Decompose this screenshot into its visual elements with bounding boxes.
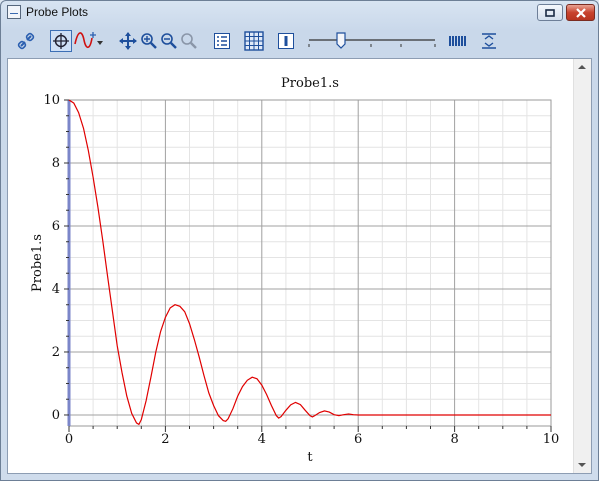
close-button[interactable] — [566, 4, 595, 21]
y-tick-label: 2 — [52, 345, 60, 360]
x-tick-label: 2 — [161, 432, 169, 447]
restore-button[interactable] — [537, 4, 563, 21]
zoom-fit-button[interactable] — [179, 30, 199, 52]
zoom-out-button[interactable] — [159, 30, 179, 52]
toolbar — [7, 28, 592, 55]
scroll-down-icon[interactable] — [578, 463, 586, 467]
fit-vertical-button[interactable] — [479, 30, 499, 52]
pan-icon — [119, 32, 137, 50]
bars-icon — [449, 36, 466, 46]
vertical-scrollbar[interactable] — [573, 59, 591, 473]
title-bar[interactable]: Probe Plots — [1, 1, 598, 25]
fit-vertical-icon — [482, 33, 496, 49]
plot-area: 0 2 4 6 8 10 0 2 4 6 8 10 Probe1.s t Probe1.s — [7, 58, 592, 474]
x-tick-label: 6 — [354, 432, 362, 447]
plot-window-icon — [7, 5, 21, 19]
x-tick-label: 8 — [450, 432, 458, 447]
bars-button[interactable] — [447, 30, 469, 52]
restore-icon — [545, 8, 555, 17]
zoom-out-icon — [161, 33, 177, 49]
zoom-fit-icon — [181, 33, 197, 49]
x-axis-label: t — [307, 450, 313, 465]
legend-icon — [214, 33, 230, 49]
y-tick-label: 8 — [52, 156, 60, 171]
grid-button[interactable] — [243, 30, 265, 52]
window-title: Probe Plots — [26, 5, 89, 19]
legend-button[interactable] — [212, 30, 232, 52]
add-curve-icon — [74, 32, 103, 49]
crosshair-icon — [53, 33, 69, 49]
time-slider-track — [308, 32, 436, 49]
y-axis-label: Probe1.s — [30, 234, 45, 292]
time-slider[interactable] — [307, 30, 437, 52]
link-button[interactable] — [15, 30, 37, 52]
cursor-icon — [278, 33, 294, 49]
y-tick-label: 6 — [52, 219, 60, 234]
y-tick-label: 0 — [52, 408, 60, 423]
add-curve-button[interactable] — [73, 30, 105, 52]
probe-plots-window: Probe Plots 0 2 4 6 8 10 0 2 4 6 8 10 Pr… — [0, 0, 599, 481]
pan-button[interactable] — [118, 30, 138, 52]
grid-icon — [244, 31, 264, 51]
link-icon — [17, 32, 35, 50]
zoom-in-button[interactable] — [139, 30, 159, 52]
crosshair-button[interactable] — [50, 30, 72, 52]
x-tick-label: 4 — [258, 432, 266, 447]
scroll-up-icon[interactable] — [578, 65, 586, 69]
x-tick-label: 10 — [543, 432, 560, 447]
zoom-in-icon — [141, 33, 157, 49]
cursor-button[interactable] — [276, 30, 296, 52]
chart-title: Probe1.s — [281, 76, 339, 91]
plot-svg[interactable]: 0 2 4 6 8 10 0 2 4 6 8 10 Probe1.s t Probe1.s — [8, 59, 574, 473]
close-icon — [575, 7, 586, 18]
y-tick-label: 10 — [43, 93, 60, 108]
x-tick-label: 0 — [65, 432, 73, 447]
y-tick-label: 4 — [52, 282, 60, 297]
